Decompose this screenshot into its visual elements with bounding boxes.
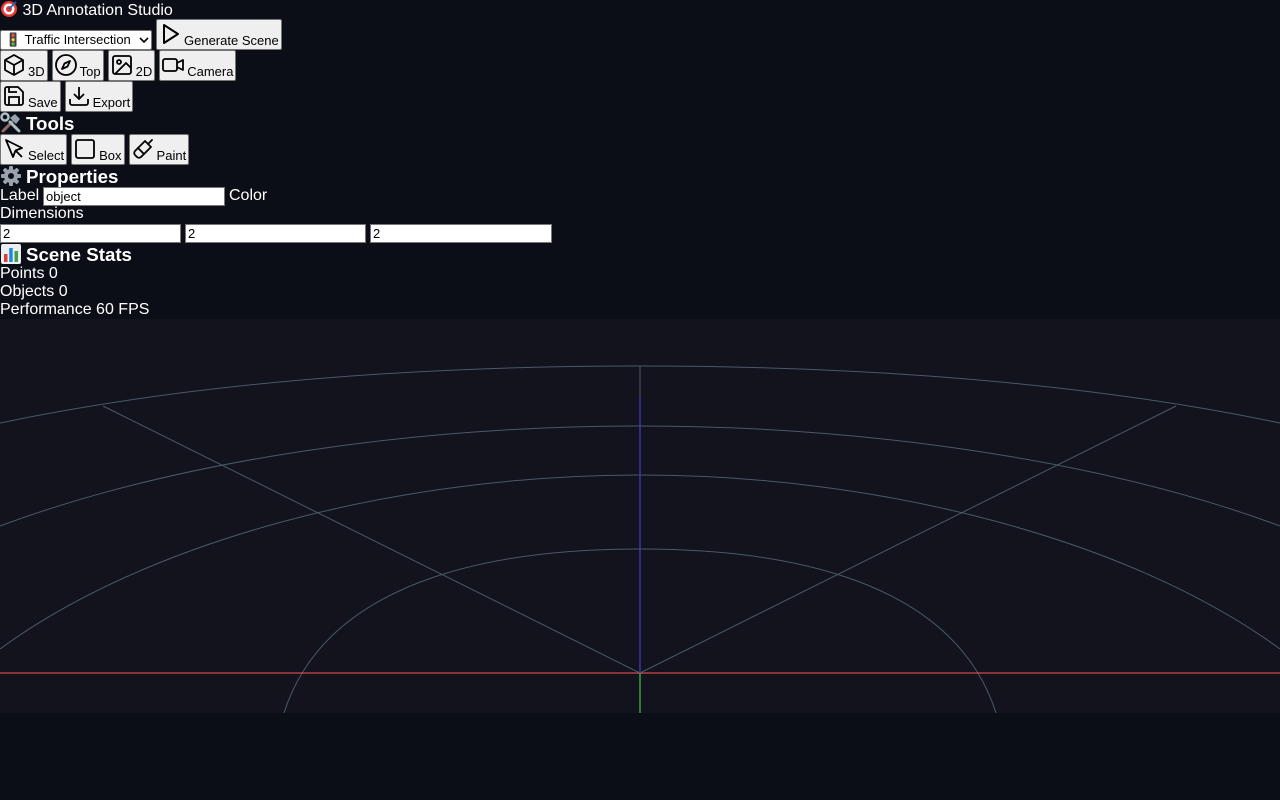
file-actions: Save Export	[0, 81, 137, 112]
generate-scene-button[interactable]: Generate Scene	[156, 19, 282, 50]
color-text: Color	[229, 187, 268, 204]
paint-tool-label: Paint	[156, 148, 187, 163]
export-label: Export	[92, 95, 131, 110]
performance-label: Performance	[0, 301, 92, 318]
select-tool-label: Select	[28, 148, 65, 163]
view-3d-label: 3D	[28, 64, 45, 79]
paintbrush-icon	[132, 139, 153, 159]
cube-icon	[4, 54, 24, 76]
objects-label: Objects	[0, 283, 55, 300]
points-stat: Points 0	[0, 265, 58, 283]
label-input[interactable]	[43, 187, 225, 206]
view-top-label: Top	[79, 64, 101, 79]
scene-controls: 🚦 Traffic Intersection Generate Scene	[0, 19, 286, 50]
view-2d-button[interactable]: 2D	[107, 50, 156, 81]
play-icon	[163, 24, 179, 44]
dimension-y-input[interactable]	[185, 224, 366, 243]
view-mode-buttons: 3D Top 2D Camera	[0, 50, 240, 81]
app-title-bar: 3D Annotation Studio	[0, 0, 173, 19]
scene-select[interactable]: 🚦 Traffic Intersection	[0, 30, 152, 50]
chevron-down-icon	[139, 37, 149, 44]
select-tool-button[interactable]: Select	[0, 134, 68, 165]
generate-scene-label: Generate Scene	[184, 33, 279, 48]
performance-stat: Performance 60 FPS	[0, 301, 149, 319]
view-top-button[interactable]: Top	[51, 50, 104, 81]
dimension-x-input[interactable]	[0, 224, 181, 243]
tools-heading-text: Tools	[26, 113, 75, 134]
points-value: 0	[48, 265, 58, 282]
dimensions-text: Dimensions	[0, 205, 84, 222]
dimension-z-input[interactable]	[370, 224, 552, 243]
view-3d-button[interactable]: 3D	[0, 50, 48, 81]
view-2d-label: 2D	[135, 64, 153, 79]
points-label: Points	[0, 265, 45, 282]
image-icon	[111, 55, 132, 75]
tools-icon	[0, 112, 21, 133]
scene-select-value: 🚦 Traffic Intersection	[5, 32, 131, 47]
performance-value: 60 FPS	[96, 301, 150, 318]
box-tool-label: Box	[99, 148, 122, 163]
tools-heading: Tools	[0, 112, 74, 135]
video-camera-icon	[162, 58, 185, 72]
scene-stats-heading: Scene Stats	[0, 243, 132, 266]
compass-icon	[54, 54, 77, 76]
label-text: Label	[0, 187, 40, 204]
properties-heading: Properties	[0, 165, 118, 188]
grid-radial-left	[102, 405, 641, 674]
save-label: Save	[28, 95, 58, 110]
tools-buttons: Select Box Paint	[0, 134, 193, 165]
objects-stat: Objects 0	[0, 283, 68, 301]
box-tool-button[interactable]: Box	[71, 134, 125, 165]
floppy-disk-icon	[4, 86, 24, 106]
square-icon	[75, 139, 96, 159]
scene-stats-heading-text: Scene Stats	[26, 244, 132, 265]
app-title: 3D Annotation Studio	[22, 2, 173, 19]
objects-value: 0	[58, 283, 68, 300]
download-icon	[68, 87, 89, 106]
viewport-canvas[interactable]	[0, 319, 1280, 713]
view-camera-button[interactable]: Camera	[159, 50, 237, 81]
cursor-icon	[5, 139, 23, 158]
export-button[interactable]: Export	[64, 81, 134, 112]
3d-viewport[interactable]	[0, 319, 1280, 713]
paint-tool-button[interactable]: Paint	[128, 134, 190, 165]
bar-chart-icon	[1, 244, 21, 264]
gear-icon	[1, 166, 21, 186]
save-button[interactable]: Save	[0, 81, 61, 112]
view-camera-label: Camera	[187, 64, 234, 79]
grid-radial-right	[639, 405, 1177, 674]
target-icon	[1, 1, 17, 17]
properties-heading-text: Properties	[26, 166, 119, 187]
